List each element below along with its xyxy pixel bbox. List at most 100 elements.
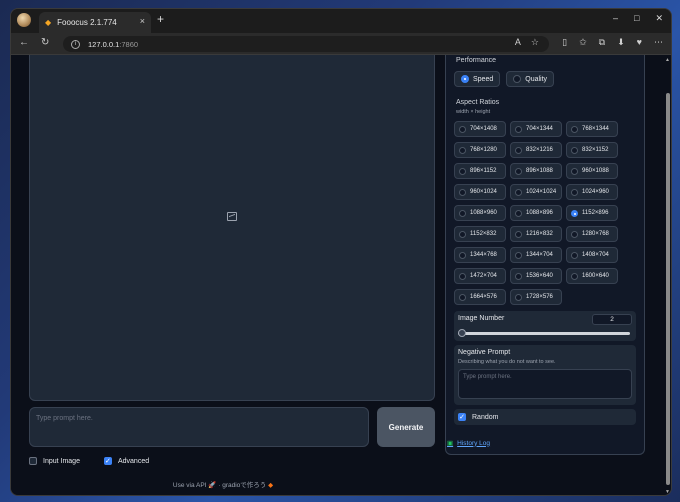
aspect-ratio-option[interactable]: 1280×768 [566,226,618,242]
aspect-ratio-radio[interactable] [459,251,466,259]
image-number-input[interactable]: 2 [592,314,632,325]
aspect-ratio-radio[interactable] [515,293,522,301]
close-window-button[interactable]: ✕ [655,13,663,24]
aspect-ratio-option[interactable]: 1152×832 [454,226,506,242]
advanced-checkbox[interactable]: ✓ Advanced [103,457,149,465]
prompt-input[interactable]: Type prompt here. [29,407,369,447]
aspect-ratio-option[interactable]: 1536×640 [510,268,562,284]
minimize-button[interactable]: – [613,13,618,24]
aspect-ratio-radio[interactable] [571,188,578,196]
aspect-ratio-option[interactable]: 1728×576 [510,289,562,305]
collections-icon[interactable]: ⧉ [599,37,605,48]
aspect-ratio-option[interactable]: 704×1344 [510,121,562,137]
aspect-ratio-option[interactable]: 1408×704 [566,247,618,263]
maximize-button[interactable]: □ [634,13,639,24]
aspect-ratio-option[interactable]: 1600×640 [566,268,618,284]
scroll-up-icon[interactable]: ▲ [665,57,670,63]
favorites-icon[interactable]: ✩ [579,37,587,48]
aspect-ratio-option[interactable]: 1344×704 [510,247,562,263]
aspect-ratio-radio[interactable] [459,209,466,217]
new-tab-button[interactable]: + [157,12,164,26]
aspect-ratio-option[interactable]: 960×1024 [454,184,506,200]
back-arrow-icon[interactable]: ← [19,37,29,48]
extension-icon[interactable]: ⬇ [617,37,625,48]
speed-radio[interactable] [461,75,469,83]
aspect-ratio-radio[interactable] [571,251,578,259]
copilot-icon[interactable]: ♥ [637,37,642,48]
aspect-ratio-radio[interactable] [459,188,466,196]
negative-prompt-input[interactable]: Type prompt here. [458,369,632,399]
image-gallery [29,55,435,401]
use-api-link[interactable]: Use via API [173,482,207,489]
history-log-link[interactable]: ▣ History Log [447,439,490,448]
aspect-ratio-option[interactable]: 1664×576 [454,289,506,305]
aspect-ratio-radio[interactable] [459,167,466,175]
aspect-ratio-option[interactable]: 1472×704 [454,268,506,284]
performance-option-speed[interactable]: Speed [454,71,501,87]
scroll-down-icon[interactable]: ▼ [665,489,670,495]
profile-avatar[interactable] [17,13,31,27]
aspect-ratio-radio[interactable] [459,146,466,154]
aspect-ratio-radio[interactable] [459,293,466,301]
aspect-ratio-option[interactable]: 1088×896 [510,205,562,221]
aspect-ratio-label: 1472×704 [470,273,497,279]
aspect-ratio-radio[interactable] [515,251,522,259]
quality-radio[interactable] [513,75,522,83]
image-number-label: Image Number [458,315,505,322]
site-info-icon[interactable]: i [71,39,80,49]
aspect-ratio-option[interactable]: 704×1408 [454,121,506,137]
aspect-ratio-radio[interactable] [515,146,522,154]
split-screen-icon[interactable]: ▯ [562,37,567,48]
read-aloud-icon[interactable]: A [515,37,521,48]
aspect-ratio-option[interactable]: 1216×832 [510,226,562,242]
tab-close-icon[interactable]: × [140,16,145,26]
aspect-ratio-radio[interactable] [571,146,578,154]
aspect-ratio-radio[interactable] [571,272,578,280]
aspect-ratio-radio[interactable] [571,125,578,133]
aspect-ratio-option[interactable]: 1024×1024 [510,184,562,200]
aspect-ratio-option[interactable]: 1088×960 [454,205,506,221]
aspect-ratio-option[interactable]: 768×1280 [454,142,506,158]
aspect-ratio-option[interactable]: 1344×768 [454,247,506,263]
aspect-ratio-radio[interactable] [571,167,578,175]
favorite-star-icon[interactable]: ☆ [531,37,539,48]
url-actions: A ☆ [515,37,539,48]
url-field[interactable]: i 127.0.0.1:7860 [63,36,549,52]
input-image-checkbox[interactable]: Input Image [29,457,80,465]
aspect-ratio-option[interactable]: 1024×960 [566,184,618,200]
performance-option-quality[interactable]: Quality [506,71,555,87]
advanced-check-icon[interactable]: ✓ [103,457,112,465]
aspect-ratio-option[interactable]: 960×1088 [566,163,618,179]
history-log-label[interactable]: History Log [457,440,490,447]
aspect-ratio-option[interactable]: 1152×896 [566,205,618,221]
gradio-link[interactable]: gradioで作ろう [222,482,266,489]
browser-tab[interactable]: ◆ Fooocus 2.1.774 × [39,12,151,33]
page-scrollbar[interactable]: ▲ ▼ [665,57,671,495]
aspect-ratio-option[interactable]: 768×1344 [566,121,618,137]
aspect-ratio-radio[interactable] [515,230,522,238]
random-checkbox[interactable]: ✓ Random [454,409,636,425]
scrollbar-thumb[interactable] [666,93,670,485]
aspect-ratio-option[interactable]: 832×1152 [566,142,618,158]
more-menu-icon[interactable]: ⋯ [654,37,663,48]
image-number-slider[interactable] [458,329,630,337]
aspect-ratio-radio[interactable] [459,272,466,280]
refresh-icon[interactable]: ↻ [41,37,49,48]
aspect-ratio-radio[interactable] [459,230,466,238]
aspect-ratio-option[interactable]: 896×1088 [510,163,562,179]
input-image-check-box[interactable] [29,457,37,465]
aspect-ratio-option[interactable]: 832×1216 [510,142,562,158]
aspect-ratio-radio[interactable] [515,167,522,175]
generate-button[interactable]: Generate [377,407,435,447]
aspect-ratio-radio[interactable] [515,272,522,280]
random-check-icon[interactable]: ✓ [458,413,466,421]
aspect-ratio-radio[interactable] [515,125,522,133]
slider-handle[interactable] [458,329,466,337]
aspect-ratio-option[interactable]: 896×1152 [454,163,506,179]
aspect-ratio-radio[interactable] [571,209,578,217]
aspect-ratio-radio[interactable] [515,209,522,217]
aspect-ratio-label: 1088×960 [470,210,497,216]
aspect-ratio-radio[interactable] [515,188,522,196]
aspect-ratio-radio[interactable] [571,230,578,238]
aspect-ratio-radio[interactable] [459,125,466,133]
